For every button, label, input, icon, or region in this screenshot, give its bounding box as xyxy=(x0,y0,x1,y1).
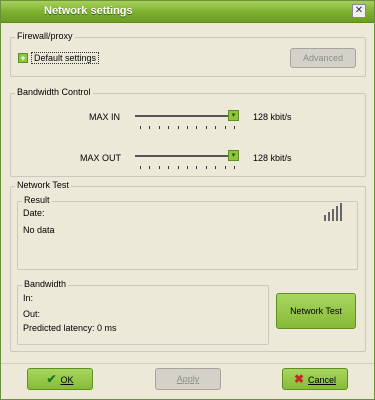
slider-tick xyxy=(205,166,207,169)
title-bar[interactable]: Network settings ✕ xyxy=(1,1,374,23)
slider-tick xyxy=(234,126,235,129)
network-settings-window: Network settings ✕ Firewall/proxy + Defa… xyxy=(0,0,375,400)
network-test-button[interactable]: Network Test xyxy=(276,293,356,329)
x-icon: ✖ xyxy=(293,372,305,386)
max-out-slider-thumb[interactable]: ▾ xyxy=(228,150,239,161)
bandwidth-group: Bandwidth xyxy=(17,279,269,345)
max-in-label: MAX IN xyxy=(89,112,121,122)
result-group: Result xyxy=(17,195,358,270)
result-label: Result xyxy=(22,195,52,205)
bandwidth-label: Bandwidth xyxy=(22,279,69,289)
advanced-button[interactable]: Advanced xyxy=(290,48,356,68)
cancel-button[interactable]: ✖ Cancel xyxy=(282,368,348,390)
predicted-latency-label: Predicted latency: 0 ms xyxy=(23,323,117,333)
max-out-label: MAX OUT xyxy=(80,153,122,163)
slider-tick xyxy=(224,166,226,169)
result-status: No data xyxy=(23,225,55,235)
apply-label: Apply xyxy=(176,374,200,384)
slider-tick xyxy=(140,166,141,169)
slider-tick xyxy=(234,166,235,169)
bandwidth-control-label: Bandwidth Control xyxy=(15,87,93,97)
signal-strength-icon xyxy=(324,203,348,221)
slider-tick xyxy=(149,166,151,169)
network-test-label: Network Test xyxy=(15,180,71,190)
apply-button[interactable]: Apply xyxy=(155,368,221,390)
slider-tick xyxy=(158,166,160,169)
max-in-value: 128 kbit/s xyxy=(253,112,292,122)
ok-label: OK xyxy=(60,375,74,385)
slider-tick xyxy=(140,126,141,129)
slider-tick xyxy=(177,126,179,129)
slider-tick xyxy=(187,126,188,129)
slider-tick xyxy=(149,126,151,129)
slider-tick xyxy=(168,126,170,129)
bandwidth-in-label: In: xyxy=(23,293,34,303)
slider-tick xyxy=(187,166,188,169)
max-out-track xyxy=(135,155,239,157)
bandwidth-out-label: Out: xyxy=(23,309,41,319)
slider-tick xyxy=(196,126,198,129)
ok-button[interactable]: ✔ OK xyxy=(27,368,93,390)
slider-tick xyxy=(168,166,170,169)
bandwidth-control-group: Bandwidth Control xyxy=(10,87,366,177)
slider-tick xyxy=(205,126,207,129)
max-out-value: 128 kbit/s xyxy=(253,153,292,163)
slider-tick xyxy=(215,126,217,129)
checkmark-icon: ✔ xyxy=(46,372,57,386)
slider-tick xyxy=(224,126,226,129)
slider-tick xyxy=(215,166,217,169)
expand-icon[interactable]: + xyxy=(18,53,28,63)
cancel-label: Cancel xyxy=(308,375,337,385)
default-settings-label[interactable]: Default settings xyxy=(31,52,100,64)
slider-tick xyxy=(158,126,160,129)
max-in-track xyxy=(135,115,239,117)
close-button[interactable]: ✕ xyxy=(352,4,366,18)
window-title: Network settings xyxy=(44,5,133,17)
slider-tick xyxy=(196,166,198,169)
max-in-slider-thumb[interactable]: ▾ xyxy=(228,110,239,121)
slider-tick xyxy=(177,166,179,169)
firewall-proxy-label: Firewall/proxy xyxy=(15,31,75,41)
date-label: Date: xyxy=(23,208,45,218)
